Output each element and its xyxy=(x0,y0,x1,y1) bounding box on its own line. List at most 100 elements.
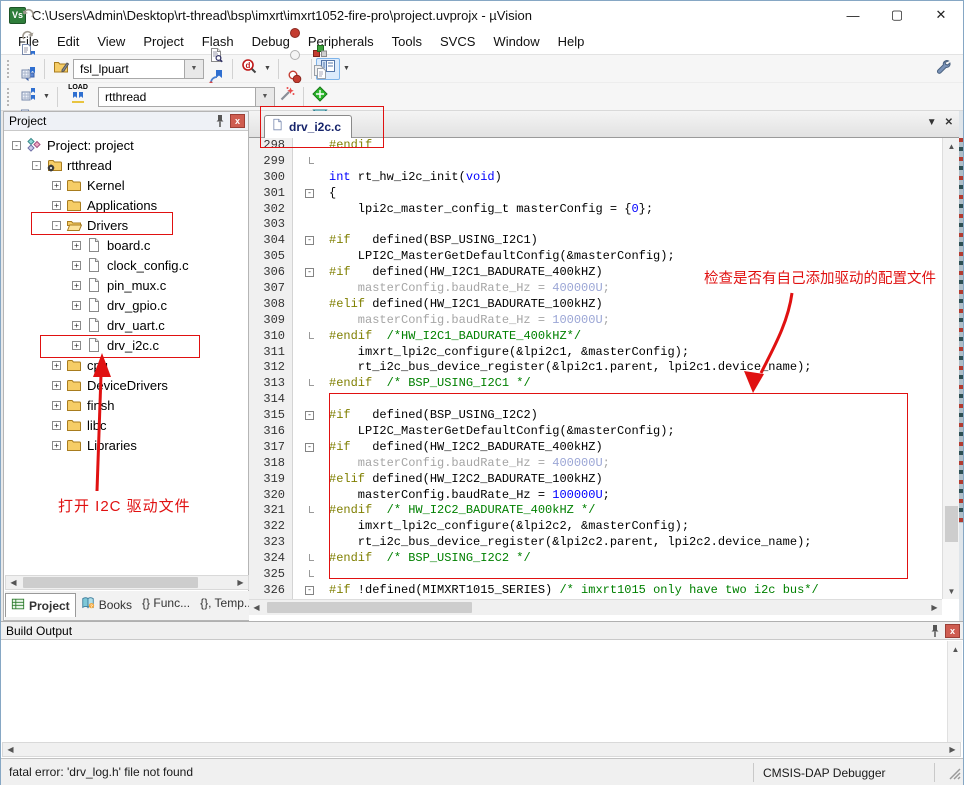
pin-icon[interactable] xyxy=(212,114,228,129)
menu-view[interactable]: View xyxy=(88,30,134,53)
workspace-tab-project[interactable]: Project xyxy=(5,593,76,617)
scroll-up-icon[interactable]: ▲ xyxy=(948,641,963,657)
editor-horizontal-scrollbar[interactable]: ◀ ▶ xyxy=(249,599,942,615)
tree-item-pin-mux-c[interactable]: +pin_mux.c xyxy=(4,275,232,295)
tree-item-applications[interactable]: +Applications xyxy=(4,195,232,215)
tab-drv-i2c[interactable]: drv_i2c.c xyxy=(264,115,352,138)
scroll-right-icon[interactable]: ▶ xyxy=(927,601,942,614)
scroll-right-icon[interactable]: ▶ xyxy=(233,576,248,589)
tab-list-dropdown-icon[interactable]: ▼ xyxy=(927,117,937,128)
scroll-right-icon[interactable]: ▶ xyxy=(945,743,960,756)
fold-collapse-icon[interactable]: - xyxy=(293,440,329,456)
fold-collapse-icon[interactable]: - xyxy=(293,408,329,424)
menu-edit[interactable]: Edit xyxy=(48,30,88,53)
expand-icon[interactable]: + xyxy=(72,261,81,270)
menu-help[interactable]: Help xyxy=(549,30,594,53)
toolbar-grip[interactable] xyxy=(7,88,11,106)
tree-item-libc[interactable]: +libc xyxy=(4,415,232,435)
runtime-env-button[interactable] xyxy=(308,86,332,108)
components-button[interactable] xyxy=(308,42,332,64)
file-extensions-button[interactable] xyxy=(308,64,332,86)
search-combobox[interactable]: fsl_lpuart xyxy=(73,59,185,79)
menu-svcs[interactable]: SVCS xyxy=(431,30,484,53)
expand-icon[interactable]: + xyxy=(52,421,61,430)
close-button[interactable]: ✕ xyxy=(919,1,963,29)
build-vertical-scrollbar[interactable]: ▲ xyxy=(947,641,962,742)
fold-collapse-icon[interactable]: - xyxy=(293,233,329,249)
scroll-left-icon[interactable]: ◀ xyxy=(3,743,18,756)
expand-icon[interactable]: + xyxy=(52,201,61,210)
find-in-files-button[interactable] xyxy=(49,58,73,80)
tree-item-project-project[interactable]: -Project: project xyxy=(4,135,232,155)
build-output-content[interactable] xyxy=(2,641,946,742)
scrollbar-thumb[interactable] xyxy=(945,506,958,542)
target-dropdown-button[interactable]: ▼ xyxy=(256,87,275,107)
build-horizontal-scrollbar[interactable]: ◀ ▶ xyxy=(2,742,961,757)
code-editor[interactable]: 298#endif299300int rt_hw_i2c_init(void)3… xyxy=(249,138,942,599)
collapse-icon[interactable]: - xyxy=(12,141,21,150)
tab-close-icon[interactable]: ✕ xyxy=(945,117,953,128)
collapse-icon[interactable]: - xyxy=(52,221,61,230)
tree-item-drivers[interactable]: -Drivers xyxy=(4,215,232,235)
resize-grip-icon[interactable] xyxy=(948,767,961,783)
fold-collapse-icon[interactable]: - xyxy=(293,265,329,281)
project-panel-close-icon[interactable]: x xyxy=(230,114,245,128)
menu-project[interactable]: Project xyxy=(134,30,192,53)
quick-find-dropdown[interactable]: ▼ xyxy=(261,58,274,80)
tree-item-devicedrivers[interactable]: +DeviceDrivers xyxy=(4,375,232,395)
target-options-button[interactable] xyxy=(275,86,299,108)
expand-icon[interactable]: + xyxy=(72,241,81,250)
editor-vertical-scrollbar[interactable]: ▲ ▼ xyxy=(942,138,959,599)
expand-icon[interactable]: + xyxy=(52,361,61,370)
tree-item-drv-gpio-c[interactable]: +drv_gpio.c xyxy=(4,295,232,315)
configuration-button[interactable] xyxy=(931,58,955,80)
build-button[interactable] xyxy=(16,64,40,86)
expand-icon[interactable]: + xyxy=(52,381,61,390)
window-layout-dropdown[interactable]: ▼ xyxy=(340,58,353,80)
toolbar-grip[interactable] xyxy=(7,60,11,78)
tree-item-cpu[interactable]: +cpu xyxy=(4,355,232,375)
fold-collapse-icon[interactable]: - xyxy=(293,583,329,599)
workspace-tab-books[interactable]: ?Books xyxy=(76,593,137,616)
menu-tools[interactable]: Tools xyxy=(383,30,431,53)
expand-icon[interactable]: + xyxy=(72,281,81,290)
rebuild-button[interactable] xyxy=(16,86,40,108)
quick-find-button[interactable]: d xyxy=(237,58,261,80)
load-button[interactable]: LOAD xyxy=(62,85,94,109)
tree-item-kernel[interactable]: +Kernel xyxy=(4,175,232,195)
expand-icon[interactable]: + xyxy=(72,341,81,350)
doc-search-button[interactable] xyxy=(204,47,228,69)
batch-build-dropdown[interactable]: ▼ xyxy=(40,86,53,108)
scroll-left-icon[interactable]: ◀ xyxy=(6,576,21,589)
scroll-down-icon[interactable]: ▼ xyxy=(943,583,960,599)
tree-item-rtthread[interactable]: -rtthread xyxy=(4,155,232,175)
scroll-left-icon[interactable]: ◀ xyxy=(249,601,264,614)
expand-icon[interactable]: + xyxy=(72,301,81,310)
undo-button[interactable] xyxy=(16,5,40,27)
scrollbar-thumb[interactable] xyxy=(23,577,198,588)
expand-icon[interactable]: + xyxy=(52,441,61,450)
tree-item-drv-i2c-c[interactable]: +drv_i2c.c xyxy=(4,335,232,355)
expand-icon[interactable]: + xyxy=(52,181,61,190)
minimize-button[interactable]: — xyxy=(831,1,875,29)
collapse-icon[interactable]: - xyxy=(32,161,41,170)
translate-button[interactable] xyxy=(16,42,40,64)
tree-item-board-c[interactable]: +board.c xyxy=(4,235,232,255)
maximize-button[interactable]: ▢ xyxy=(875,1,919,29)
build-output-close-icon[interactable]: x xyxy=(945,624,960,638)
expand-icon[interactable]: + xyxy=(52,401,61,410)
breakpoint-disable-button[interactable] xyxy=(283,47,307,69)
fold-collapse-icon[interactable]: - xyxy=(293,186,329,202)
tree-item-clock-config-c[interactable]: +clock_config.c xyxy=(4,255,232,275)
scrollbar-thumb[interactable] xyxy=(267,602,472,613)
scroll-up-icon[interactable]: ▲ xyxy=(943,138,960,154)
breakpoint-toggle-button[interactable] xyxy=(283,25,307,47)
tree-item-libraries[interactable]: +Libraries xyxy=(4,435,232,455)
menu-window[interactable]: Window xyxy=(484,30,548,53)
project-horizontal-scrollbar[interactable]: ◀ ▶ xyxy=(5,575,249,590)
pin-icon[interactable] xyxy=(927,623,943,638)
tree-item-drv-uart-c[interactable]: +drv_uart.c xyxy=(4,315,232,335)
workspace-tab-func[interactable]: {} Func... xyxy=(137,593,195,613)
search-dropdown-button[interactable]: ▼ xyxy=(185,59,204,79)
expand-icon[interactable]: + xyxy=(72,321,81,330)
